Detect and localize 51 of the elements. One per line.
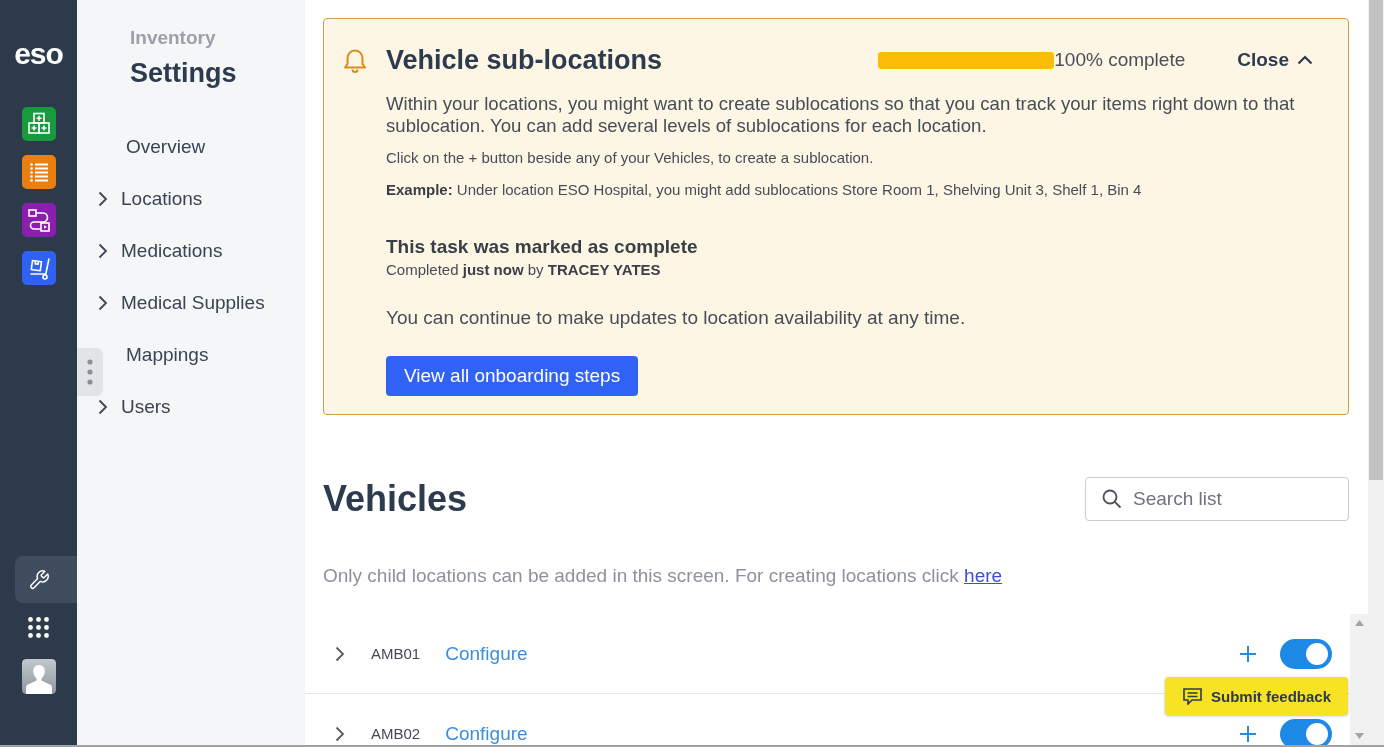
- nav-item[interactable]: Mappings: [126, 329, 209, 381]
- progress-reading: 100% complete: [1054, 49, 1186, 71]
- plus-icon[interactable]: [1239, 644, 1257, 663]
- caret-up-icon: [1297, 55, 1313, 65]
- example-text: Example: Under location ESO Hospital, you might add sublocations Store Room 1, Shelving Unit 3, Shelf 1, Bin 4: [386, 180, 1142, 200]
- search-icon: [1102, 489, 1122, 509]
- list-icon[interactable]: [21, 155, 56, 189]
- vehicle-name: AMB01: [371, 645, 421, 662]
- nav-item[interactable]: Users: [98, 381, 171, 433]
- plus-icon[interactable]: [1239, 724, 1257, 743]
- toggle-switch[interactable]: [1280, 718, 1332, 745]
- toggle-switch[interactable]: [1280, 638, 1332, 669]
- chevron-right-icon: [98, 295, 108, 311]
- chevron-right-icon[interactable]: [335, 725, 345, 742]
- note-text: You can continue to make updates to location availability at any time.: [386, 306, 966, 330]
- section-label: Inventory: [130, 27, 216, 49]
- feedback-button[interactable]: Submit feedback: [1164, 677, 1348, 715]
- status-title: This task was marked as complete: [386, 235, 698, 259]
- vertical-dots-icon: [87, 359, 93, 385]
- vehicle-name: AMB02: [371, 725, 421, 742]
- sidebar-handle[interactable]: [77, 348, 103, 396]
- chat-icon: [1182, 687, 1202, 705]
- plus-boxes-icon[interactable]: [21, 107, 56, 141]
- page-title: Vehicles: [323, 477, 468, 521]
- hint-text: Click on the + button beside any of your Vehicles, to create a sublocation.: [386, 148, 874, 168]
- nav-item[interactable]: Locations: [98, 173, 203, 225]
- chevron-right-icon: [98, 191, 108, 207]
- wrench-icon: [28, 568, 50, 591]
- onboarding-steps-button[interactable]: View all onboarding steps: [386, 356, 639, 396]
- hand-truck-icon[interactable]: [21, 251, 56, 285]
- flow-chart-icon[interactable]: [21, 203, 56, 237]
- chevron-right-icon[interactable]: [335, 645, 345, 662]
- nav-item[interactable]: Overview: [126, 121, 206, 173]
- info-text: Only child locations can be added in this screen. For creating locations click here: [323, 564, 1003, 588]
- scrollbar-thumb[interactable]: [1369, 0, 1383, 480]
- card-title: Vehicle sub-locations: [386, 44, 663, 77]
- sidebar-title: Settings: [130, 57, 237, 89]
- wrench-button[interactable]: [15, 556, 77, 603]
- here-link[interactable]: here: [964, 565, 1003, 586]
- close-button[interactable]: Close: [1237, 49, 1313, 71]
- search-field[interactable]: Search list: [1085, 477, 1349, 521]
- nav-item[interactable]: Medical Supplies: [98, 277, 265, 329]
- intro-text: Within your locations, you might want to create sublocations so that you can track your items right down to that sublocation. You can add several levels of sublocations for each location.: [386, 93, 1296, 137]
- status-detail: Completed just now by TRACEY YATES: [386, 260, 661, 280]
- app-logo: eso: [14, 39, 63, 69]
- bell-icon: [343, 48, 367, 75]
- avatar-icon[interactable]: [21, 659, 56, 694]
- nav-item[interactable]: Medications: [98, 225, 223, 277]
- dot-grid-icon[interactable]: [28, 617, 49, 638]
- chevron-right-icon: [98, 243, 108, 259]
- chevron-right-icon: [98, 399, 108, 415]
